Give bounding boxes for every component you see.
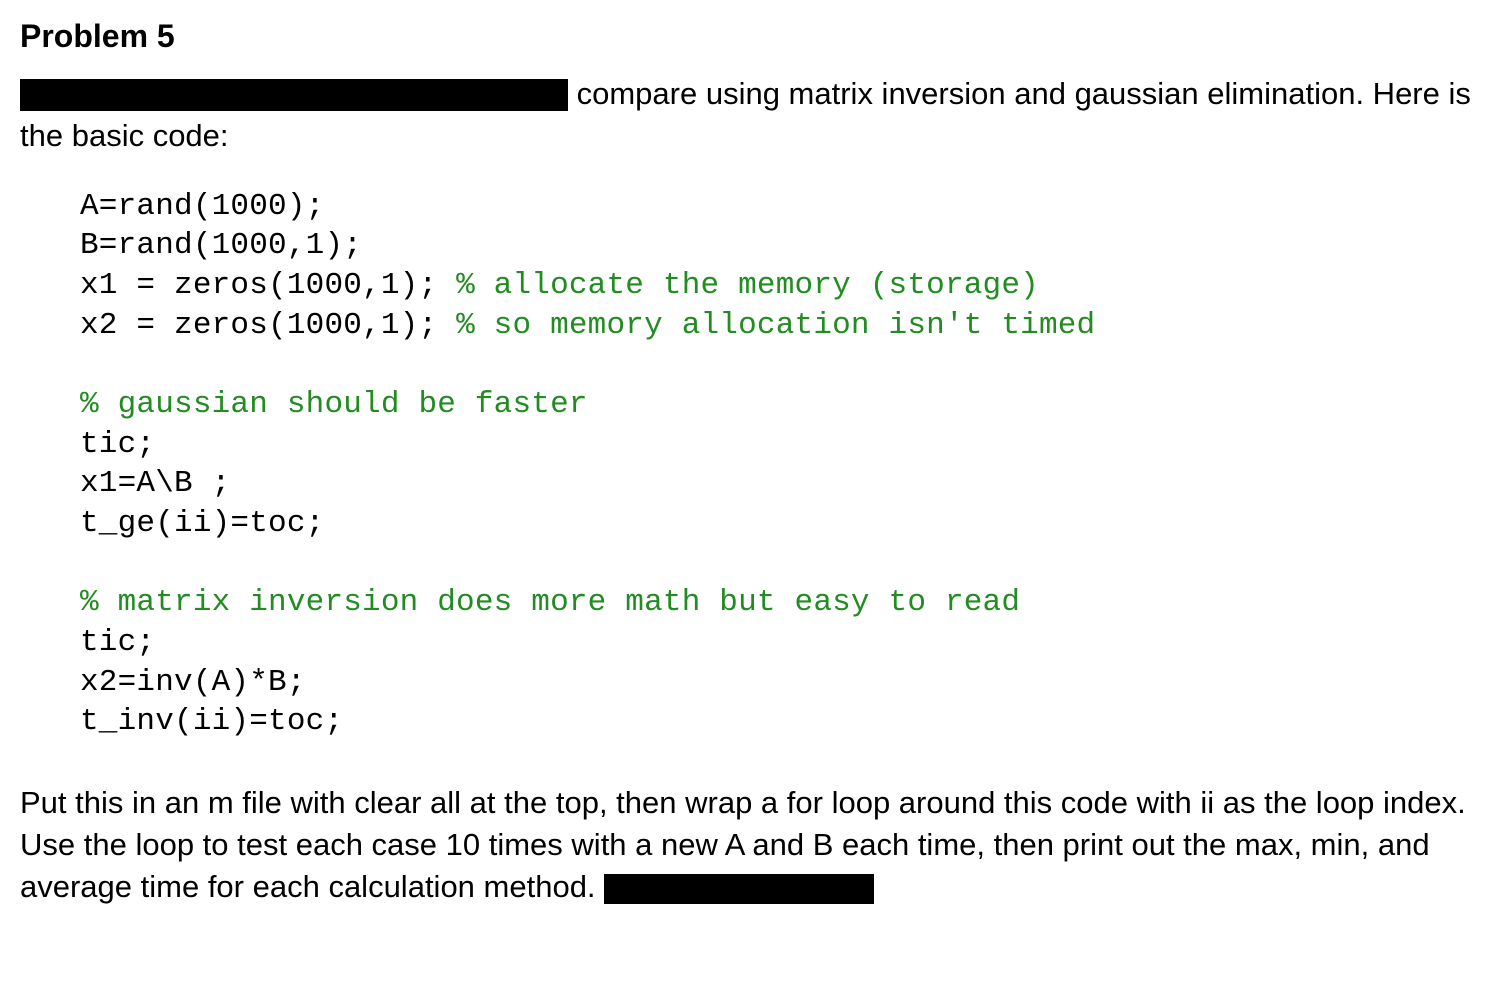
code-comment: % matrix inversion does more math but ea… — [80, 585, 1020, 620]
code-line: t_ge(ii)=toc; — [80, 506, 324, 541]
code-line: tic; — [80, 625, 155, 660]
code-comment: % so memory allocation isn't timed — [456, 308, 1095, 343]
code-line: t_inv(ii)=toc; — [80, 704, 343, 739]
code-line: tic; — [80, 427, 155, 462]
code-comment: % gaussian should be faster — [80, 387, 588, 422]
code-line: A=rand(1000); — [80, 189, 324, 224]
code-comment: % allocate the memory (storage) — [456, 268, 1039, 303]
code-line: B=rand(1000,1); — [80, 228, 362, 263]
code-line: x2=inv(A)*B; — [80, 665, 306, 700]
redaction-bar-2 — [604, 874, 874, 904]
code-line: x2 = zeros(1000,1); — [80, 308, 456, 343]
code-line: x1=A\B ; — [80, 466, 230, 501]
intro-paragraph: compare using matrix inversion and gauss… — [20, 73, 1478, 157]
code-block: A=rand(1000); B=rand(1000,1); x1 = zeros… — [80, 187, 1478, 742]
instructions-paragraph: Put this in an m file with clear all at … — [20, 782, 1478, 908]
redaction-bar-1 — [20, 79, 568, 111]
problem-title: Problem 5 — [20, 18, 1478, 55]
code-line: x1 = zeros(1000,1); — [80, 268, 456, 303]
